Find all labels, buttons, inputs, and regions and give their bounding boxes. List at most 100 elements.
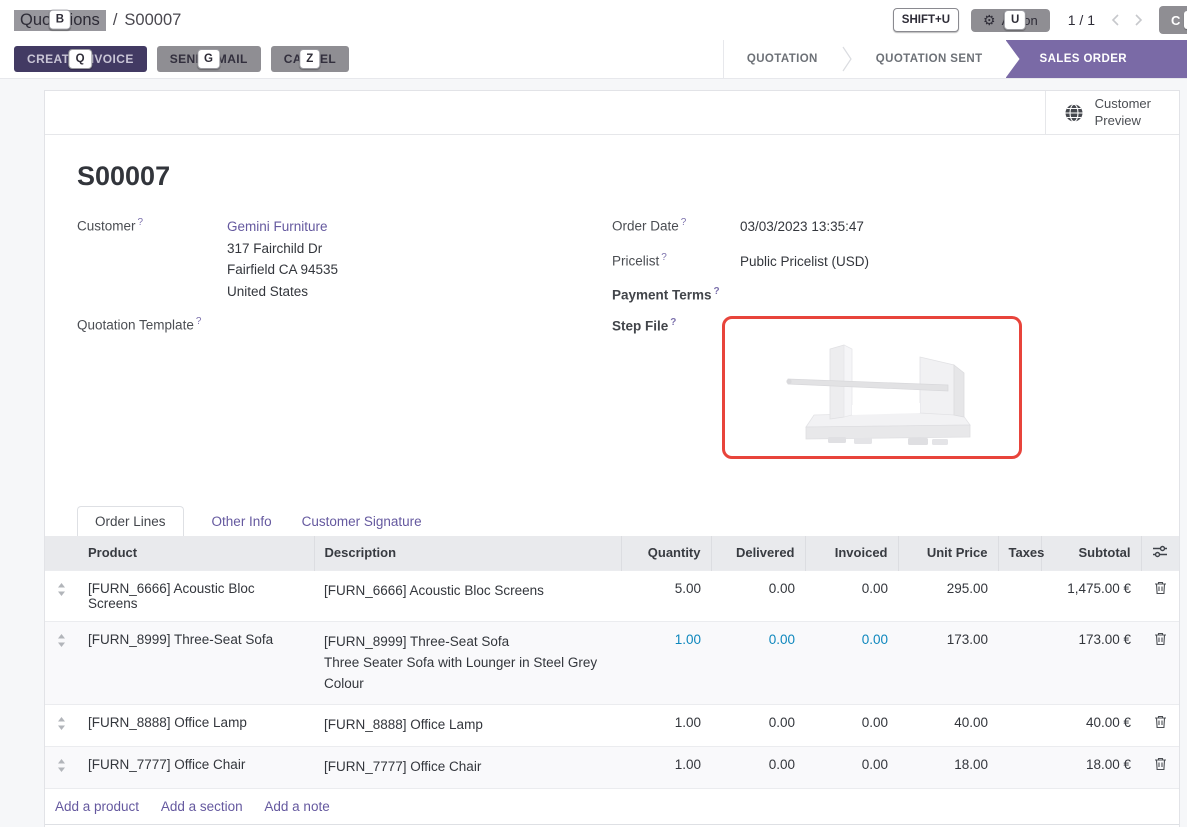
drag-handle[interactable] [45,747,78,789]
header-invoiced[interactable]: Invoiced [805,536,898,571]
cell-product[interactable]: [FURN_7777] Office Chair [78,747,314,789]
stage-sales-order[interactable]: SALES ORDER [1006,40,1187,78]
cell-quantity[interactable]: 1.00 [621,621,711,705]
cell-description[interactable]: [FURN_7777] Office Chair [314,747,621,789]
header-subtotal[interactable]: Subtotal [1041,536,1141,571]
pager-counter: 1 / 1 [1068,12,1095,28]
form-view-container: Customer Preview S00007 Customer? [0,79,1187,827]
drag-handle[interactable] [45,621,78,705]
drag-handle[interactable] [45,705,78,747]
cell-delivered[interactable]: 0.00 [711,621,805,705]
cell-unit-price[interactable]: 18.00 [898,747,998,789]
field-grid: Customer? Gemini Furniture 317 Fairchild… [77,216,1147,472]
step-file-image[interactable] [722,316,1022,459]
stage-separator [841,40,853,78]
cell-invoiced[interactable]: 0.00 [805,705,898,747]
add-a-product-link[interactable]: Add a product [55,799,139,814]
cell-subtotal: 40.00 € [1041,705,1141,747]
cell-quantity[interactable]: 1.00 [621,705,711,747]
cell-invoiced[interactable]: 0.00 [805,570,898,621]
cell-product[interactable]: [FURN_6666] Acoustic Bloc Screens [78,570,314,621]
control-panel: CREATE INVOICE Q SEND EMAIL G CANCEL Z Q… [0,40,1187,79]
cell-invoiced[interactable]: 0.00 [805,747,898,789]
sheet-header-strip: Customer Preview [45,91,1179,135]
cell-product[interactable]: [FURN_8888] Office Lamp [78,705,314,747]
help-icon: ? [196,316,202,327]
pricelist-value[interactable]: Public Pricelist (USD) [740,251,869,273]
action-buttons: CREATE INVOICE Q SEND EMAIL G CANCEL Z [14,40,349,78]
step-file-label: Step File? [612,316,740,459]
cell-quantity[interactable]: 5.00 [621,570,711,621]
field-payment-terms: Payment Terms? [612,285,1147,303]
add-a-section-link[interactable]: Add a section [161,799,243,814]
trash-icon [1154,715,1167,729]
breadcrumb-quotations[interactable]: Quotations B [14,10,106,31]
header-description[interactable]: Description [314,536,621,571]
top-navbar: Quotations B / S00007 SHIFT+U ⚙ Action U… [0,0,1187,40]
stage-quotation[interactable]: QUOTATION [724,40,841,78]
order-lines-table: Product Description Quantity Delivered I… [45,536,1179,826]
delete-row-button[interactable] [1141,621,1179,705]
chevron-left-icon [1111,13,1120,27]
customer-link[interactable]: Gemini Furniture [227,219,328,234]
header-handle [45,536,78,571]
cell-quantity[interactable]: 1.00 [621,747,711,789]
stage-quotation-sent[interactable]: QUOTATION SENT [853,40,1006,78]
drag-handle-icon [57,634,66,647]
cell-delivered[interactable]: 0.00 [711,705,805,747]
cell-taxes[interactable] [998,747,1041,789]
send-email-button[interactable]: SEND EMAIL G [157,46,261,72]
header-delivered[interactable]: Delivered [711,536,805,571]
delete-row-button[interactable] [1141,570,1179,621]
delete-row-button[interactable] [1141,705,1179,747]
cell-taxes[interactable] [998,570,1041,621]
help-icon: ? [661,252,667,263]
cell-subtotal: 1,475.00 € [1041,570,1141,621]
field-step-file: Step File? [612,316,1147,459]
customer-preview-button[interactable]: Customer Preview [1045,91,1179,134]
tab-customer-signature[interactable]: Customer Signature [300,507,424,536]
action-menu-button[interactable]: ⚙ Action U [971,9,1050,32]
edge-cutoff-button[interactable]: C [1159,6,1187,34]
header-product[interactable]: Product [78,536,314,571]
record-title: S00007 [77,161,1147,192]
header-unit-price[interactable]: Unit Price [898,536,998,571]
delete-row-button[interactable] [1141,747,1179,789]
pager-next-button[interactable] [1134,13,1143,27]
cell-unit-price[interactable]: 295.00 [898,570,998,621]
order-date-value[interactable]: 03/03/2023 13:35:47 [740,216,864,238]
pager-previous-button[interactable] [1111,13,1120,27]
drag-handle[interactable] [45,570,78,621]
hotkey-hint-breadcrumb: B [49,10,71,30]
field-customer: Customer? Gemini Furniture 317 Fairchild… [77,216,612,302]
cell-unit-price[interactable]: 40.00 [898,705,998,747]
order-date-label: Order Date? [612,216,740,238]
field-order-date: Order Date? 03/03/2023 13:35:47 [612,216,1147,238]
cancel-button[interactable]: CANCEL Z [271,46,349,72]
cell-unit-price[interactable]: 173.00 [898,621,998,705]
field-quotation-template: Quotation Template? [77,315,612,333]
breadcrumb: Quotations B / S00007 [14,10,181,31]
tab-other-info[interactable]: Other Info [210,507,274,536]
cell-taxes[interactable] [998,705,1041,747]
edge-button-label: C [1171,13,1180,28]
cell-subtotal: 18.00 € [1041,747,1141,789]
cell-description[interactable]: [FURN_8999] Three-Seat Sofa Three Seater… [314,621,621,705]
form-sheet: Customer Preview S00007 Customer? [44,90,1180,827]
cell-taxes[interactable] [998,621,1041,705]
cell-delivered[interactable]: 0.00 [711,747,805,789]
cell-description[interactable]: [FURN_8888] Office Lamp [314,705,621,747]
cell-product[interactable]: [FURN_8999] Three-Seat Sofa [78,621,314,705]
cell-description[interactable]: [FURN_6666] Acoustic Bloc Screens [314,570,621,621]
tab-order-lines[interactable]: Order Lines [77,506,184,536]
customer-address-line2: Fairfield CA 94535 [227,262,338,277]
cell-delivered[interactable]: 0.00 [711,570,805,621]
add-a-note-link[interactable]: Add a note [264,799,329,814]
header-quantity[interactable]: Quantity [621,536,711,571]
cell-invoiced[interactable]: 0.00 [805,621,898,705]
create-invoice-button[interactable]: CREATE INVOICE Q [14,46,147,72]
notebook-tabs: Order Lines Other Info Customer Signatur… [77,506,1147,536]
help-icon: ? [681,217,687,228]
header-taxes[interactable]: Taxes [998,536,1041,571]
optional-columns-button[interactable] [1141,536,1179,571]
